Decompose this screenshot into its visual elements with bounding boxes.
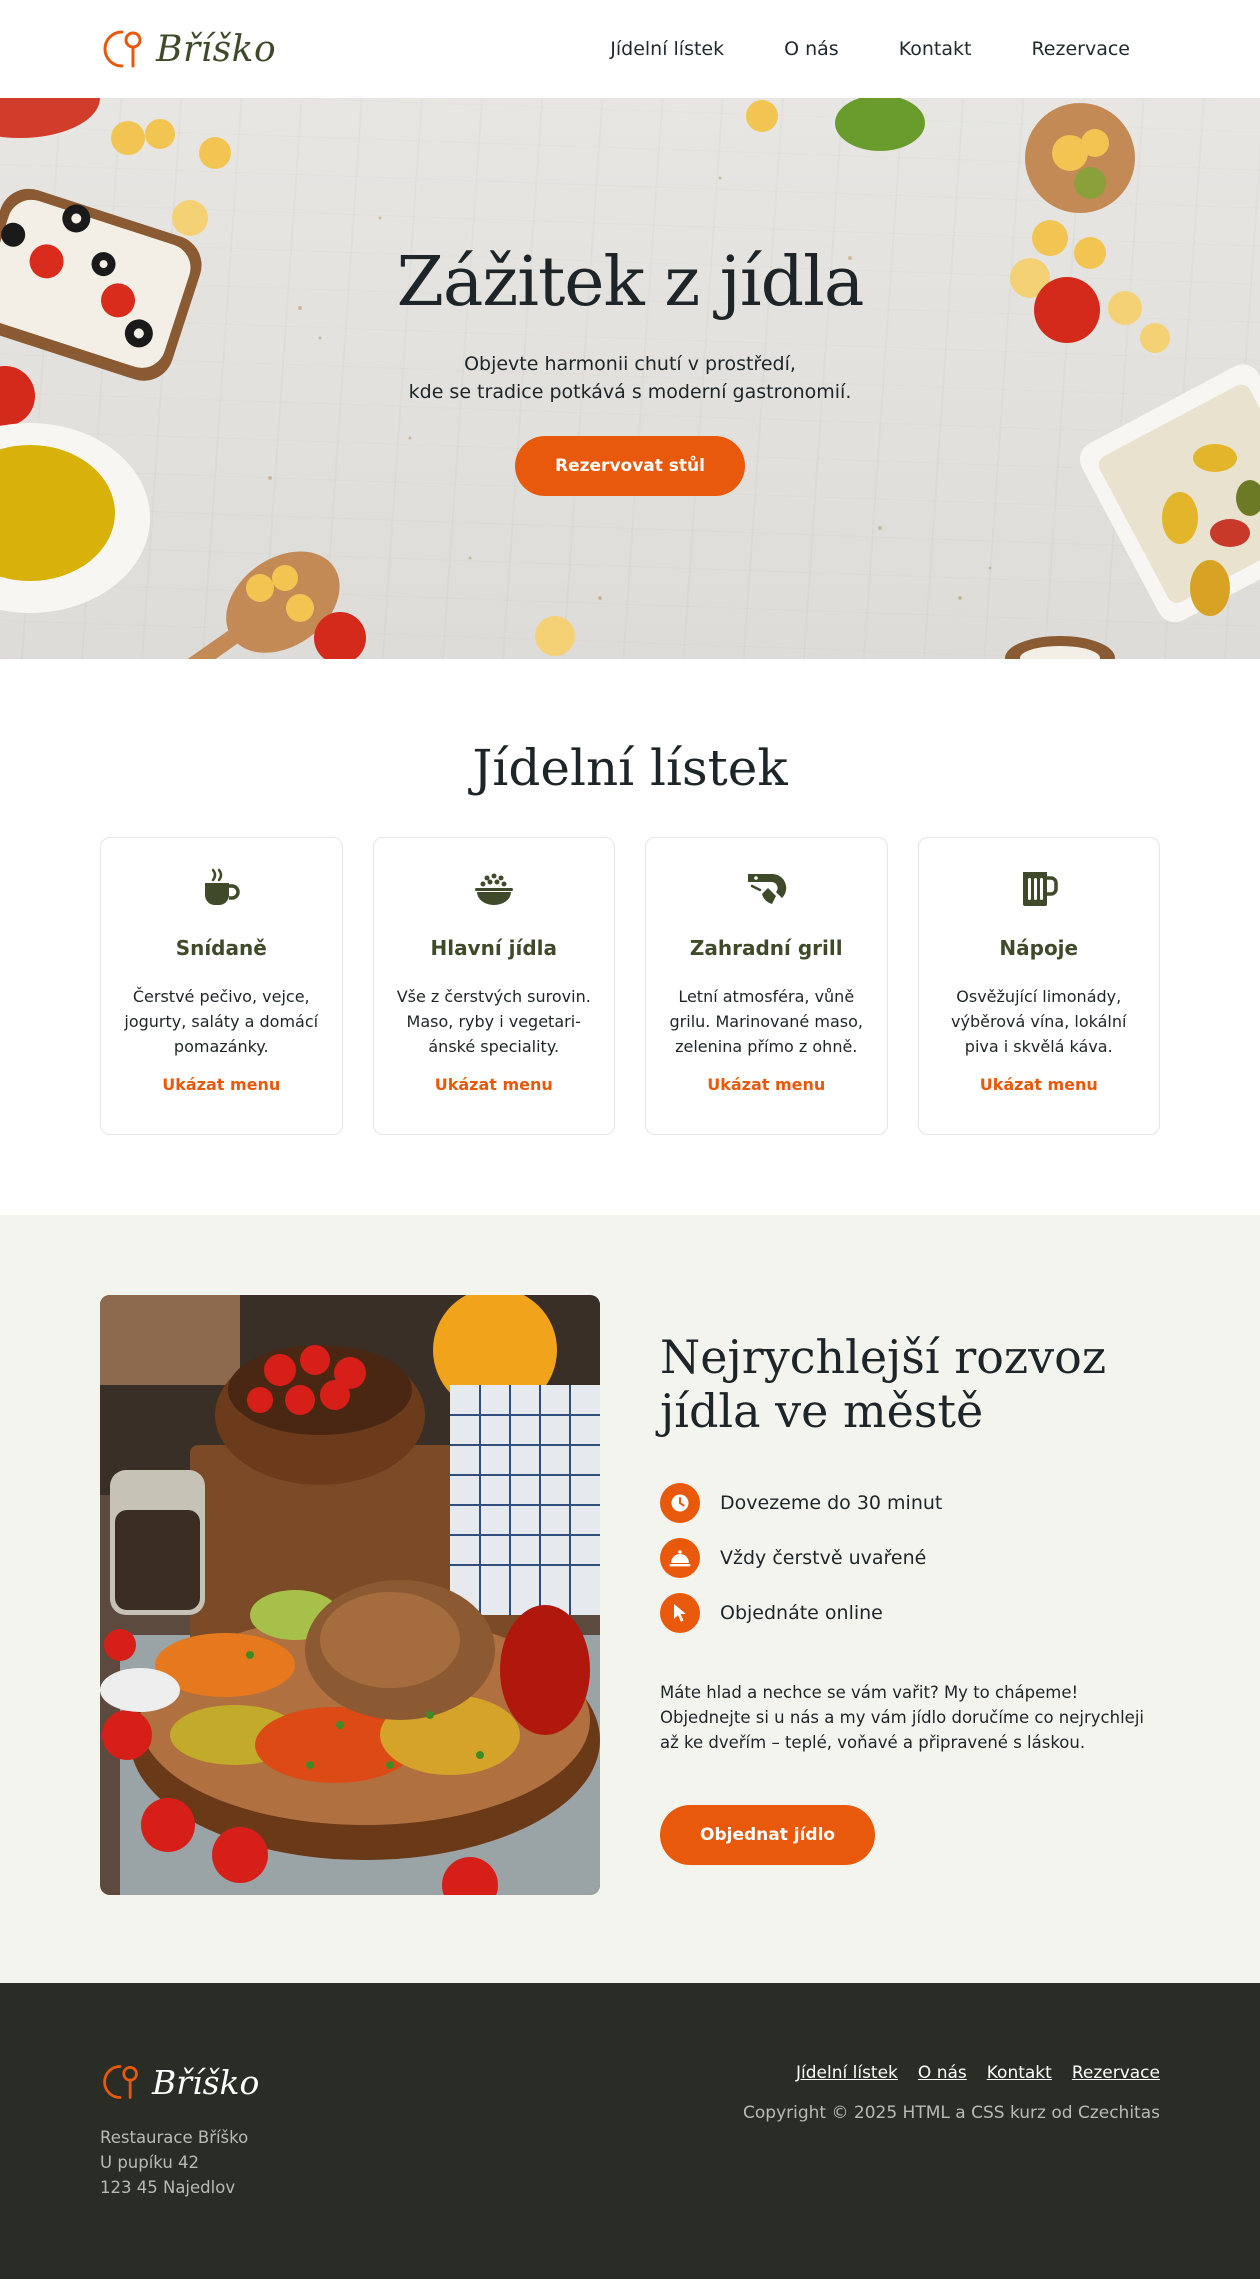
show-menu-link-drinks[interactable]: Ukázat menu — [980, 1075, 1098, 1094]
site-footer: Bříško Restaurace Bříško U pupíku 42 123… — [0, 1983, 1260, 2279]
footer-address: Restaurace Bříško U pupíku 42 123 45 Naj… — [100, 2125, 259, 2200]
menu-card-title: Zahradní grill — [689, 936, 843, 960]
nav-item-reservation[interactable]: Rezervace — [1031, 38, 1130, 60]
cursor-icon — [660, 1593, 700, 1633]
nav-item-about[interactable]: O nás — [784, 38, 839, 60]
feature-text: Vždy čerstvě uvařené — [720, 1547, 927, 1569]
order-food-button[interactable]: Objednat jídlo — [660, 1805, 876, 1865]
menu-card-text: Vše z čerstvých surovin. Maso, ryby i ve… — [396, 987, 591, 1056]
site-header: Bříško Jídelní lístek O nás Kontakt Reze… — [0, 0, 1260, 98]
nav-item-contact[interactable]: Kontakt — [899, 38, 972, 60]
cloche-icon — [660, 1538, 700, 1578]
hero-content: Zážitek z jídla Objevte harmonii chutí v… — [0, 243, 1260, 496]
footer-nav-item-reservation[interactable]: Rezervace — [1072, 2063, 1160, 2083]
footer-right: Jídelní lístek O nás Kontakt Rezervace C… — [743, 2061, 1160, 2279]
clock-icon — [660, 1483, 700, 1523]
delivery-content: Nejrychlejší rozvoz jídla ve městě Dovez… — [660, 1295, 1160, 1903]
menu-card-garden-grill: Zahradní grill Letní atmosféra, vůně gri… — [645, 837, 888, 1135]
coffee-icon — [205, 868, 240, 905]
feature-item: Objednáte online — [660, 1593, 1160, 1633]
menu-cards: Snídaně Čerstvé pečivo, vejce, jogurty, … — [100, 837, 1160, 1135]
reserve-table-button[interactable]: Rezervovat stůl — [515, 436, 745, 496]
hero-subtitle-line-1: Objevte harmonii chutí v prostředí, — [464, 353, 796, 375]
address-line: Restaurace Bříško — [100, 2128, 249, 2147]
grilled-food-image — [100, 1295, 600, 1895]
menu-card-title: Nápoje — [999, 936, 1079, 960]
address-line: U pupíku 42 — [100, 2153, 200, 2172]
feature-text: Objednáte online — [720, 1602, 883, 1624]
hero: Zážitek z jídla Objevte harmonii chutí v… — [0, 98, 1260, 659]
menu-card-text: Osvěžující limonády, výběrová vína, loká… — [951, 987, 1127, 1056]
footer-nav-item-menu[interactable]: Jídelní lístek — [796, 2063, 898, 2083]
logo-text: Bříško — [156, 28, 277, 70]
main-nav: Jídelní lístek O nás Kontakt Rezervace — [610, 38, 1130, 60]
menu-card-title: Snídaně — [175, 936, 267, 960]
footer-logo-text: Bříško — [152, 2062, 260, 2102]
hero-title: Zážitek z jídla — [396, 243, 865, 322]
bowl-icon — [474, 873, 513, 905]
footer-logo[interactable]: Bříško — [100, 2061, 259, 2103]
show-menu-link-garden-grill[interactable]: Ukázat menu — [707, 1075, 825, 1094]
hero-subtitle: Objevte harmonii chutí v prostředí, kde … — [0, 350, 1260, 406]
feature-text: Dovezeme do 30 minut — [720, 1492, 943, 1514]
nav-item-menu[interactable]: Jídelní lístek — [610, 38, 724, 60]
logo-icon — [103, 30, 142, 68]
menu-card-breakfast: Snídaně Čerstvé pečivo, vejce, jogurty, … — [100, 837, 343, 1135]
footer-brand: Bříško Restaurace Bříško U pupíku 42 123… — [100, 2061, 259, 2279]
delivery-features: Dovezeme do 30 minut Vždy čerstvě uvařen… — [660, 1483, 1160, 1633]
logo[interactable]: Bříško — [100, 26, 276, 72]
footer-nav-item-about[interactable]: O nás — [918, 2063, 967, 2083]
shrimp-icon — [748, 873, 787, 904]
feature-item: Vždy čerstvě uvařené — [660, 1538, 1160, 1578]
hero-subtitle-line-2: kde se tradice potkává s moderní gastron… — [408, 381, 852, 403]
menu-card-drinks: Nápoje Osvěžující limonády, výběrová vín… — [917, 837, 1160, 1135]
address-line: 123 45 Najedlov — [100, 2178, 236, 2197]
footer-nav-item-contact[interactable]: Kontakt — [987, 2063, 1052, 2083]
menu-card-main-dishes: Hlavní jídla Vše z čerstvých surovin. Ma… — [372, 837, 615, 1135]
menu-section: Jídelní lístek Snídaně Čerstvé pečivo, v… — [0, 659, 1260, 1215]
menu-card-text: Čerstvé pečivo, vejce, jogurty, saláty a… — [124, 987, 319, 1056]
menu-card-title: Hlavní jídla — [430, 936, 558, 960]
logo-icon — [103, 2065, 138, 2099]
beer-mug-icon — [1022, 872, 1058, 906]
feature-item: Dovezeme do 30 minut — [660, 1483, 1160, 1523]
menu-card-text: Letní atmosféra, vůně grilu. Marinované … — [669, 987, 863, 1056]
menu-section-title: Jídelní lístek — [472, 739, 788, 797]
footer-nav: Jídelní lístek O nás Kontakt Rezervace — [743, 2063, 1160, 2083]
show-menu-link-breakfast[interactable]: Ukázat menu — [162, 1075, 280, 1094]
delivery-section: Nejrychlejší rozvoz jídla ve městě Dovez… — [0, 1215, 1260, 1983]
delivery-description: Máte hlad a nechce se vám vařit? My to c… — [660, 1683, 1144, 1752]
show-menu-link-main-dishes[interactable]: Ukázat menu — [435, 1075, 553, 1094]
copyright: Copyright © 2025 HTML a CSS kurz od Czec… — [743, 2103, 1160, 2123]
delivery-title: Nejrychlejší rozvoz jídla ve městě — [660, 1330, 1107, 1438]
